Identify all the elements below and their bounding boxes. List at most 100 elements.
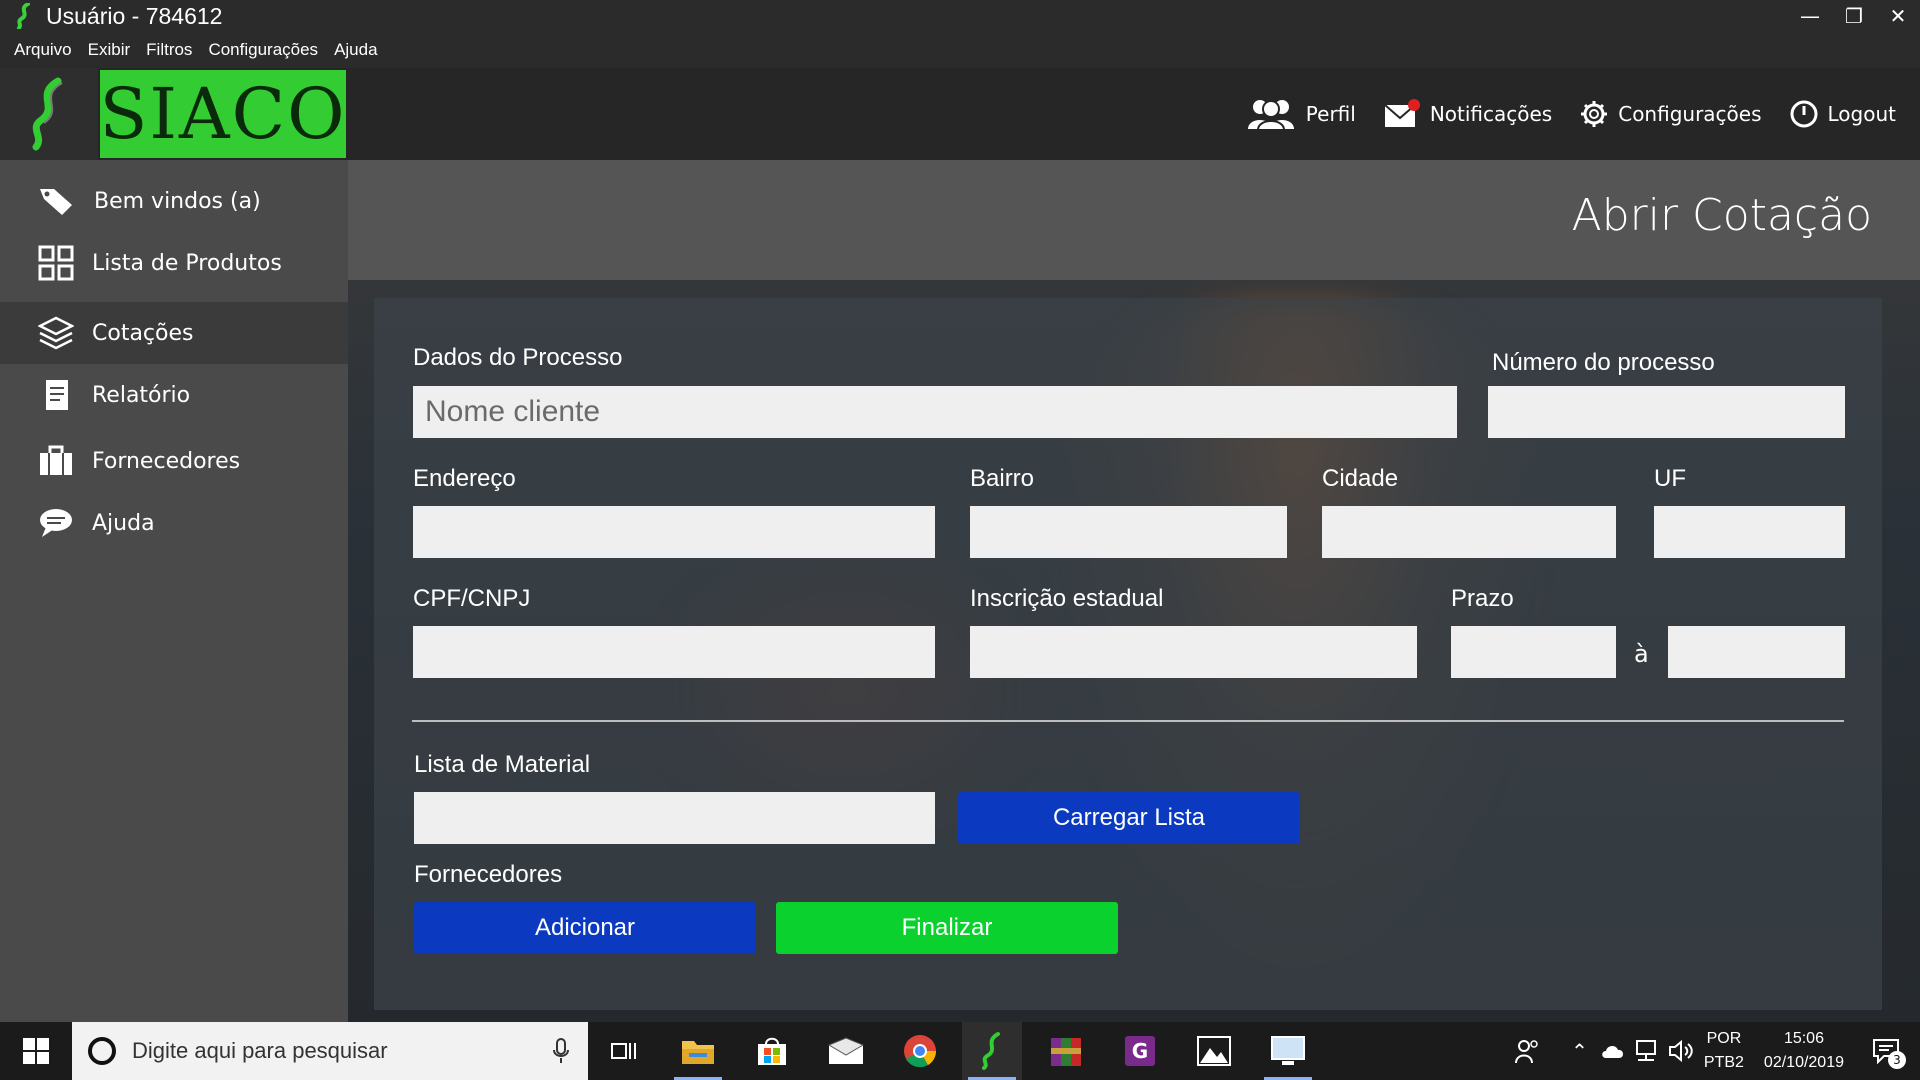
- nav-configuracoes[interactable]: Configurações: [1580, 100, 1762, 128]
- menu-filtros[interactable]: Filtros: [138, 40, 200, 60]
- cloud-icon[interactable]: [1600, 1042, 1626, 1060]
- start-button[interactable]: [0, 1022, 72, 1080]
- sidebar-item-cotacoes[interactable]: Cotações: [0, 302, 348, 364]
- mail-icon[interactable]: [816, 1022, 876, 1080]
- nav-notificacoes[interactable]: Notificações: [1384, 99, 1552, 129]
- page-title: Abrir Cotação: [1571, 190, 1872, 241]
- clock-time: 15:06: [1783, 1030, 1824, 1047]
- brand-logo: SIACO: [99, 70, 347, 158]
- volume-icon[interactable]: [1668, 1039, 1694, 1063]
- sidebar-item-fornecedores[interactable]: Fornecedores: [0, 430, 348, 492]
- microphone-icon[interactable]: [552, 1038, 570, 1064]
- sidebar-item-label: Lista de Produtos: [92, 250, 282, 276]
- menu-exibir[interactable]: Exibir: [80, 40, 139, 60]
- app-logo-icon: [17, 3, 30, 29]
- window-title: Usuário - 784612: [46, 2, 223, 29]
- keyboard-layout: PTB2: [1703, 1054, 1744, 1071]
- language-code: POR: [1706, 1030, 1742, 1047]
- taskbar: Digite aqui para pesquisar G ⌃ POR PTB2 …: [0, 1022, 1920, 1080]
- remote-desktop-icon[interactable]: [1258, 1022, 1318, 1080]
- prazo-inicio-input[interactable]: [1451, 626, 1616, 678]
- sidebar-item-relatorio[interactable]: Relatório: [0, 364, 348, 426]
- clock[interactable]: 15:06 02/10/2019: [1764, 1027, 1844, 1075]
- winrar-icon[interactable]: [1036, 1022, 1096, 1080]
- task-view-icon[interactable]: [594, 1022, 654, 1080]
- store-icon[interactable]: [742, 1022, 802, 1080]
- clock-date: 02/10/2019: [1763, 1054, 1844, 1071]
- chevron-up-icon[interactable]: ⌃: [1571, 1039, 1588, 1063]
- restore-button[interactable]: ❐: [1832, 0, 1876, 32]
- menu-configuracoes[interactable]: Configurações: [200, 40, 326, 60]
- layers-icon: [38, 316, 74, 350]
- tag-icon: [40, 189, 72, 215]
- sidebar-item-label: Bem vindos (a): [94, 188, 261, 214]
- siaco-app-icon[interactable]: [962, 1022, 1022, 1080]
- cortana-icon: [88, 1037, 116, 1065]
- cidade-input[interactable]: [1322, 506, 1616, 558]
- prazo-separator: à: [1634, 640, 1649, 668]
- menu-ajuda[interactable]: Ajuda: [326, 40, 385, 60]
- sidebar-item-bem-vindos[interactable]: Bem vindos (a): [0, 170, 348, 232]
- nav-perfil[interactable]: Perfil: [1246, 97, 1356, 131]
- logout-label: Logout: [1827, 102, 1896, 126]
- carregar-lista-button[interactable]: Carregar Lista: [958, 792, 1300, 844]
- sidebar-item-label: Relatório: [92, 382, 191, 408]
- uf-input[interactable]: [1654, 506, 1845, 558]
- pdf-creator-icon[interactable]: G: [1110, 1022, 1170, 1080]
- prazo-fim-input[interactable]: [1668, 626, 1845, 678]
- endereco-input[interactable]: [413, 506, 935, 558]
- title-bar: Usuário - 784612 — ❐ ✕: [0, 0, 1920, 32]
- perfil-label: Perfil: [1305, 102, 1356, 126]
- chat-icon: [40, 509, 72, 537]
- brand-name: SIACO: [99, 73, 347, 155]
- mail-notification-icon: [1384, 99, 1420, 127]
- inscricao-estadual-label: Inscrição estadual: [970, 585, 1164, 612]
- endereco-label: Endereço: [413, 465, 516, 492]
- users-icon: [1247, 100, 1294, 131]
- menu-bar: Arquivo Exibir Filtros Configurações Aju…: [0, 32, 1920, 68]
- taskbar-search-placeholder: Digite aqui para pesquisar: [132, 1038, 388, 1063]
- sidebar-item-label: Cotações: [92, 320, 194, 346]
- form-separator: [412, 720, 1844, 722]
- numero-processo-input[interactable]: [1488, 386, 1845, 438]
- action-center-button[interactable]: 3: [1866, 1031, 1906, 1071]
- network-icon[interactable]: [1634, 1039, 1660, 1063]
- people-icon[interactable]: [1515, 1038, 1541, 1064]
- language-indicator[interactable]: POR PTB2: [1704, 1027, 1744, 1075]
- sidebar-item-lista-produtos[interactable]: Lista de Produtos: [0, 232, 348, 294]
- uf-label: UF: [1654, 465, 1686, 492]
- file-explorer-icon[interactable]: [668, 1022, 728, 1080]
- notificacoes-label: Notificações: [1429, 102, 1553, 126]
- chrome-icon[interactable]: [890, 1022, 950, 1080]
- nav-logout[interactable]: Logout: [1790, 100, 1896, 128]
- adicionar-button[interactable]: Adicionar: [414, 902, 756, 954]
- menu-arquivo[interactable]: Arquivo: [6, 40, 80, 60]
- minimize-button[interactable]: —: [1788, 0, 1832, 32]
- inscricao-estadual-input[interactable]: [970, 626, 1417, 678]
- nome-cliente-input[interactable]: [413, 386, 1457, 438]
- briefcase-icon: [40, 445, 72, 475]
- bairro-input[interactable]: [970, 506, 1287, 558]
- gear-icon: [1581, 101, 1608, 127]
- finalizar-button[interactable]: Finalizar: [776, 902, 1118, 954]
- dados-processo-label: Dados do Processo: [413, 344, 623, 371]
- grid-icon: [38, 245, 74, 281]
- taskbar-search[interactable]: Digite aqui para pesquisar: [72, 1022, 588, 1080]
- cpf-cnpj-input[interactable]: [413, 626, 935, 678]
- sidebar-item-label: Ajuda: [92, 510, 155, 536]
- document-icon: [46, 380, 68, 410]
- lista-material-input[interactable]: [414, 792, 935, 844]
- windows-logo-icon: [23, 1038, 49, 1064]
- sidebar: Bem vindos (a) Lista de Produtos Cotaçõe…: [0, 160, 348, 1022]
- cidade-label: Cidade: [1322, 465, 1399, 492]
- sidebar-item-label: Fornecedores: [92, 448, 241, 474]
- svg-text:G: G: [1132, 1039, 1148, 1063]
- app-header: SIACO Perfil Notificações Configurações …: [0, 68, 1920, 160]
- close-button[interactable]: ✕: [1876, 0, 1920, 32]
- brand-mark-icon: [0, 68, 98, 160]
- numero-processo-label: Número do processo: [1492, 349, 1715, 376]
- sidebar-item-ajuda[interactable]: Ajuda: [0, 492, 348, 554]
- configuracoes-label: Configurações: [1618, 102, 1762, 126]
- prazo-label: Prazo: [1451, 585, 1514, 612]
- photos-icon[interactable]: [1184, 1022, 1244, 1080]
